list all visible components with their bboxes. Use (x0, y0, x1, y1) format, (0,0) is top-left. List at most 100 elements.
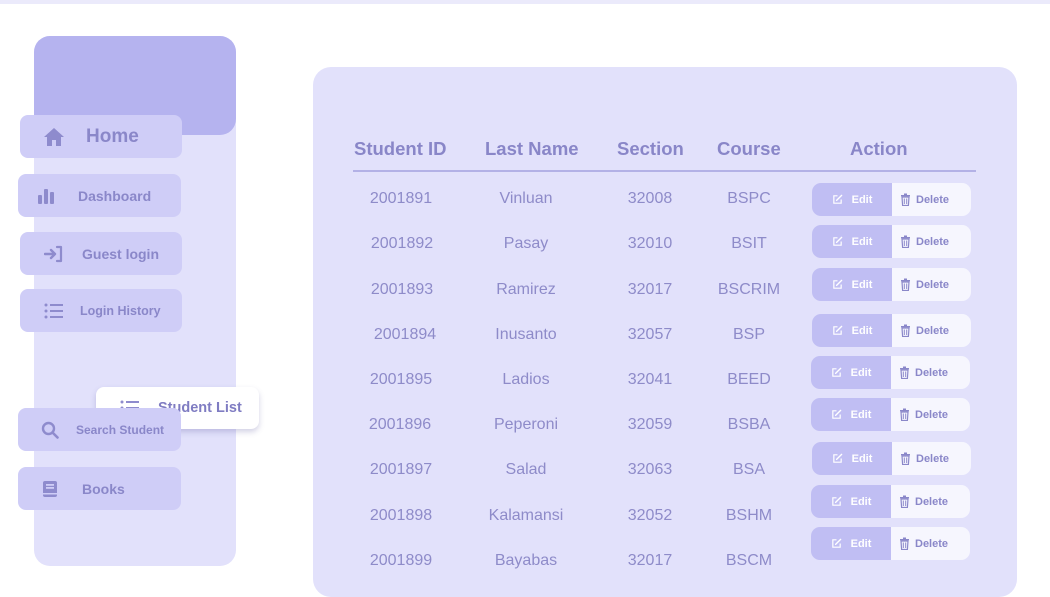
sidebar-item-label: Dashboard (78, 187, 152, 204)
delete-button[interactable]: Delete (892, 268, 971, 301)
cell-last-name: Kalamansi (488, 507, 564, 524)
delete-button[interactable]: Delete (891, 356, 970, 389)
edit-button-label: Edit (850, 366, 872, 379)
edit-button[interactable]: Edit (812, 314, 892, 347)
cell-student-id: 2001892 (370, 235, 434, 252)
cell-last-name: Vinluan (499, 190, 553, 207)
cell-section: 32017 (627, 552, 673, 569)
cell-last-name: Inusanto (495, 326, 557, 343)
cell-last-name: Salad (505, 461, 547, 478)
edit-button[interactable]: Edit (811, 527, 891, 560)
cell-last-name: Bayabas (494, 552, 558, 569)
sidebar-item-search-student[interactable]: Search Student (18, 408, 181, 451)
edit-icon (832, 194, 842, 204)
edit-button[interactable]: Edit (812, 225, 892, 258)
cell-student-id: 2001894 (373, 326, 437, 343)
cell-course: BSCM (725, 552, 773, 569)
cell-last-name: Pasay (503, 235, 549, 252)
edit-button[interactable]: Edit (812, 442, 892, 475)
cell-course: BSP (732, 326, 765, 343)
edit-button[interactable]: Edit (811, 398, 891, 431)
delete-button-label: Delete (916, 452, 950, 465)
cell-section: 32063 (627, 461, 673, 478)
edit-icon (831, 496, 841, 506)
delete-button[interactable]: Delete (891, 485, 970, 518)
cell-section: 32017 (627, 281, 673, 298)
cell-course: BSBA (727, 416, 771, 433)
sidebar-item-home[interactable]: Home (20, 115, 182, 158)
cell-course: BEED (727, 371, 771, 388)
trash-icon (901, 193, 910, 206)
action-buttons: Edit Delete (812, 225, 971, 258)
action-buttons: Edit Delete (812, 314, 971, 347)
cell-last-name: Ramirez (496, 281, 556, 298)
cell-course: BSA (732, 461, 765, 478)
bar-chart-icon (34, 184, 58, 208)
trash-icon (901, 452, 910, 465)
cell-section: 32052 (627, 507, 673, 524)
delete-button-label: Delete (916, 278, 950, 291)
cell-student-id: 2001899 (369, 552, 433, 569)
cell-student-id: 2001893 (370, 281, 434, 298)
cell-course: BSPC (727, 190, 771, 207)
cell-course: BSIT (731, 235, 767, 252)
edit-button[interactable]: Edit (812, 183, 892, 216)
delete-button-label: Delete (915, 366, 949, 379)
delete-button-label: Delete (916, 193, 950, 206)
action-buttons: Edit Delete (812, 442, 971, 475)
cell-student-id: 2001896 (368, 416, 432, 433)
action-buttons: Edit Delete (812, 183, 971, 216)
cell-section: 32057 (627, 326, 673, 343)
delete-button[interactable]: Delete (892, 225, 971, 258)
edit-icon (831, 538, 841, 548)
delete-button[interactable]: Delete (891, 527, 970, 560)
delete-button[interactable]: Delete (892, 442, 971, 475)
sidebar-item-label: Search Student (76, 422, 165, 437)
list-icon (42, 299, 66, 323)
edit-icon (832, 453, 842, 463)
sidebar-item-dashboard[interactable]: Dashboard (18, 174, 181, 217)
sidebar-item-label: Guest login (82, 245, 159, 262)
sidebar-item-login-history[interactable]: Login History (20, 289, 182, 332)
edit-button-label: Edit (850, 495, 872, 508)
edit-button-label: Edit (851, 324, 873, 337)
cell-section: 32008 (627, 190, 673, 207)
trash-icon (900, 537, 909, 550)
edit-button-label: Edit (851, 278, 873, 291)
edit-button-label: Edit (850, 537, 872, 550)
cell-student-id: 2001891 (369, 190, 433, 207)
action-buttons: Edit Delete (812, 268, 971, 301)
column-header-student-id: Student ID (354, 138, 447, 159)
cell-section: 32041 (627, 371, 673, 388)
edit-button[interactable]: Edit (812, 268, 892, 301)
delete-button[interactable]: Delete (892, 314, 971, 347)
cell-student-id: 2001895 (369, 371, 433, 388)
cell-section: 32059 (627, 416, 673, 433)
edit-icon (832, 325, 842, 335)
sidebar-item-label: Home (86, 125, 139, 147)
edit-button-label: Edit (851, 193, 873, 206)
login-icon (42, 242, 66, 266)
column-header-last-name: Last Name (485, 138, 579, 159)
book-icon (38, 477, 62, 501)
delete-button-label: Delete (915, 537, 949, 550)
cell-section: 32010 (627, 235, 673, 252)
edit-button-label: Edit (850, 408, 872, 421)
trash-icon (901, 235, 910, 248)
edit-button[interactable]: Edit (811, 356, 891, 389)
search-icon (38, 418, 62, 442)
header-divider (353, 170, 976, 172)
delete-button[interactable]: Delete (892, 183, 971, 216)
delete-button[interactable]: Delete (891, 398, 970, 431)
edit-button[interactable]: Edit (811, 485, 891, 518)
sidebar-item-guest-login[interactable]: Guest login (20, 232, 182, 275)
edit-icon (831, 367, 841, 377)
column-header-course: Course (717, 138, 781, 159)
action-buttons: Edit Delete (811, 485, 970, 518)
column-header-section: Section (617, 138, 684, 159)
sidebar-item-books[interactable]: Books (18, 467, 181, 510)
sidebar-item-label: Login History (80, 303, 161, 318)
delete-button-label: Delete (915, 495, 949, 508)
delete-button-label: Delete (916, 235, 950, 248)
cell-course: BSHM (725, 507, 773, 524)
